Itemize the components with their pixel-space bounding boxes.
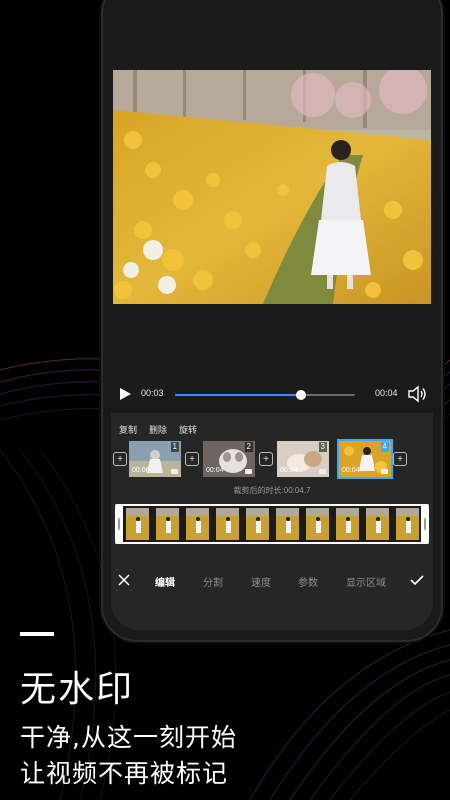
filmstrip-frame bbox=[156, 508, 179, 540]
camera-icon bbox=[381, 469, 388, 474]
add-clip-button[interactable]: + bbox=[185, 452, 199, 466]
filmstrip-frame bbox=[336, 508, 359, 540]
promo-accent-bar bbox=[20, 632, 54, 636]
trim-handle-left[interactable] bbox=[115, 504, 123, 544]
filmstrip-frame bbox=[186, 508, 209, 540]
add-clip-button[interactable]: + bbox=[113, 452, 127, 466]
filmstrip-frame bbox=[126, 508, 149, 540]
promo-line-1: 干净,从这一刻开始 bbox=[20, 723, 237, 752]
tab-speed[interactable]: 速度 bbox=[251, 574, 271, 589]
play-icon[interactable] bbox=[117, 386, 133, 402]
add-clip-button[interactable]: + bbox=[259, 452, 273, 466]
copy-button[interactable]: 复制 bbox=[119, 423, 137, 436]
trim-handle-right[interactable] bbox=[421, 504, 429, 544]
clip-actions: 复制 删除 旋转 bbox=[119, 423, 197, 436]
tab-display-area[interactable]: 显示区域 bbox=[346, 574, 386, 589]
tab-params[interactable]: 参数 bbox=[298, 574, 318, 589]
camera-icon bbox=[171, 469, 178, 474]
filmstrip-frame bbox=[306, 508, 329, 540]
tab-split[interactable]: 分割 bbox=[203, 574, 223, 589]
clip-index: 2 bbox=[244, 442, 253, 452]
bottom-toolbar: 编辑 分割 速度 参数 显示区域 bbox=[111, 568, 433, 594]
progress-knob[interactable] bbox=[296, 390, 306, 400]
clip-item[interactable]: 2 00:04 bbox=[203, 441, 255, 477]
filmstrip-frame bbox=[396, 508, 419, 540]
filmstrip-frame bbox=[246, 508, 269, 540]
progress-bar[interactable] bbox=[175, 390, 355, 400]
clip-index: 4 bbox=[380, 442, 389, 452]
edit-panel: 复制 删除 旋转 + 1 00:06 + 2 00:04 + 3 00:04 4… bbox=[111, 413, 433, 630]
add-clip-button[interactable]: + bbox=[393, 452, 407, 466]
clip-duration: 00:04 bbox=[342, 467, 360, 474]
playback-controls: 00:03 00:04 bbox=[111, 382, 433, 408]
filmstrip-frame bbox=[366, 508, 389, 540]
clip-item[interactable]: 3 00:04 bbox=[277, 441, 329, 477]
filmstrip-frame bbox=[216, 508, 239, 540]
trimmed-duration-label: 裁剪后的时长:00:04.7 bbox=[233, 486, 311, 495]
check-icon[interactable] bbox=[409, 573, 425, 587]
close-icon[interactable] bbox=[117, 573, 131, 587]
total-time: 00:04 bbox=[375, 388, 398, 398]
clip-duration: 00:04 bbox=[280, 467, 298, 474]
delete-button[interactable]: 删除 bbox=[149, 423, 167, 436]
clip-index: 1 bbox=[170, 442, 179, 452]
camera-icon bbox=[319, 469, 326, 474]
clip-list: + 1 00:06 + 2 00:04 + 3 00:04 4 00:04 + bbox=[111, 439, 433, 481]
current-time: 00:03 bbox=[141, 388, 164, 398]
filmstrip-frames bbox=[123, 506, 421, 542]
video-preview bbox=[113, 70, 431, 304]
progress-fill bbox=[175, 394, 301, 396]
clip-item[interactable]: 1 00:06 bbox=[129, 441, 181, 477]
clip-item-selected[interactable]: 4 00:04 bbox=[337, 439, 393, 479]
clip-duration: 00:06 bbox=[132, 467, 150, 474]
phone-frame: 00:03 00:04 复制 删除 旋转 + 1 00:06 + 2 00:04… bbox=[103, 0, 441, 640]
promo-title: 无水印 bbox=[20, 669, 135, 710]
phone-screen: 00:03 00:04 复制 删除 旋转 + 1 00:06 + 2 00:04… bbox=[111, 0, 433, 630]
rotate-button[interactable]: 旋转 bbox=[179, 423, 197, 436]
trim-filmstrip[interactable] bbox=[115, 504, 429, 544]
clip-index: 3 bbox=[318, 442, 327, 452]
clip-duration: 00:04 bbox=[206, 467, 224, 474]
camera-icon bbox=[245, 469, 252, 474]
volume-icon[interactable] bbox=[407, 384, 427, 404]
promo-line-2: 让视频不再被标记 bbox=[20, 759, 229, 788]
filmstrip-frame bbox=[276, 508, 299, 540]
app-promo-screen: 00:03 00:04 复制 删除 旋转 + 1 00:06 + 2 00:04… bbox=[0, 0, 450, 800]
tab-edit[interactable]: 编辑 bbox=[155, 574, 175, 589]
